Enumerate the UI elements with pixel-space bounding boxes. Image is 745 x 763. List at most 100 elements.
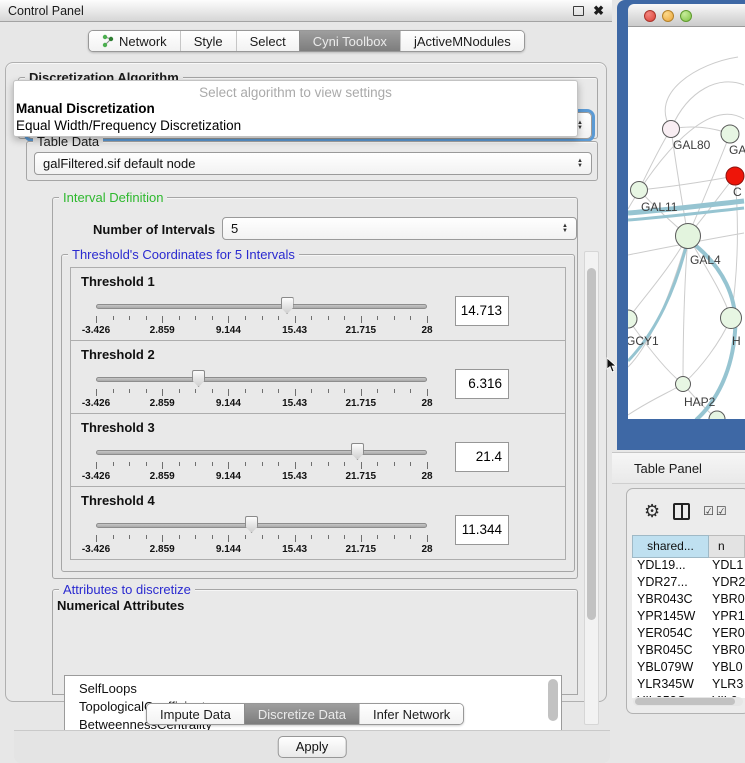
tab-jactivemnodules[interactable]: jActiveMNodules	[400, 31, 524, 51]
network-node-red-node[interactable]	[726, 167, 744, 185]
bottom-tab-bar: Impute DataDiscretize DataInfer Network	[146, 703, 464, 725]
checkbox-icon[interactable]: ☑	[703, 505, 714, 517]
tab-cyni-toolbox[interactable]: Cyni Toolbox	[299, 31, 400, 51]
apply-button[interactable]: Apply	[278, 736, 347, 758]
table-data-group: Table Data galFiltered.sif default node …	[26, 141, 598, 181]
slider-track[interactable]	[96, 304, 427, 309]
node-table: shared... n YDL19...YDL1YDR27...YDR2YBR0…	[632, 535, 745, 698]
control-panel-titlebar: Control Panel ✖	[0, 0, 612, 22]
slider-track[interactable]	[96, 377, 427, 382]
network-node-node[interactable]	[721, 125, 739, 143]
table-data-combo[interactable]: galFiltered.sif default node ▲ ▼	[34, 152, 592, 175]
number-of-intervals-label: Number of Intervals	[93, 222, 215, 237]
gear-icon[interactable]: ⚙	[644, 502, 660, 520]
tab-impute-data[interactable]: Impute Data	[147, 704, 244, 724]
table-row[interactable]: YBL079WYBL0	[632, 660, 745, 677]
network-edge	[639, 129, 671, 190]
slider-handle[interactable]	[245, 516, 258, 533]
settings-scrollbar[interactable]	[584, 251, 599, 725]
threshold-label: Threshold 4	[81, 493, 155, 508]
table-row[interactable]: YER054CYER0	[632, 626, 745, 643]
table-row[interactable]: YDR27...YDR2	[632, 575, 745, 592]
interval-definition-label: Interval Definition	[59, 190, 167, 205]
node-label-gal11: GAL11	[641, 200, 678, 214]
table-row[interactable]: YBR045CYBR0	[632, 643, 745, 660]
table-panel-titlebar: Table Panel	[612, 452, 745, 484]
cyni-toolbox-panel: Discretization Algorithm ▲ ▼ Table Data …	[5, 62, 607, 702]
network-node-gal80[interactable]	[663, 121, 680, 138]
threshold-coordinates-label: Threshold's Coordinates for 5 Intervals	[68, 247, 299, 262]
table-panel-toolbar: ⚙ ☑ ☑	[632, 492, 745, 530]
mac-close-icon[interactable]	[644, 10, 656, 22]
algorithm-option-equal-width-frequency-discretization[interactable]: Equal Width/Frequency Discretization	[14, 117, 577, 134]
network-node-gal11[interactable]	[631, 182, 648, 199]
settings-scrollbar-thumb[interactable]	[587, 268, 596, 620]
list-scrollbar[interactable]	[548, 679, 558, 721]
network-edge	[628, 236, 688, 319]
slider-track[interactable]	[96, 523, 427, 528]
attributes-group-label: Attributes to discretize	[59, 582, 195, 597]
network-window-titlebar[interactable]	[628, 4, 745, 27]
slider-tick-labels: -3.4262.8599.14415.4321.71528	[96, 325, 427, 337]
network-node-node[interactable]	[709, 411, 725, 419]
network-node-hap2[interactable]	[676, 377, 691, 392]
threshold-panel-threshold-2: Threshold 2-3.4262.8599.14415.4321.71528…	[70, 340, 566, 414]
combo-spinner-icon[interactable]: ▲ ▼	[562, 224, 568, 234]
column-header-shared-name[interactable]: shared...	[632, 535, 709, 558]
mouse-cursor	[606, 357, 617, 373]
table-panel-title: Table Panel	[634, 461, 702, 476]
slider-handle[interactable]	[192, 370, 205, 387]
network-node-h[interactable]	[721, 308, 742, 329]
network-node-gal4[interactable]	[676, 224, 701, 249]
network-graph: GAL80GACGAL11GAL4GCY1HHAP2	[628, 27, 745, 419]
slider-handle[interactable]	[281, 297, 294, 314]
algorithm-option-manual-discretization[interactable]: Manual Discretization	[14, 100, 577, 117]
checkbox-icon[interactable]: ☑	[716, 505, 727, 517]
tab-select[interactable]: Select	[236, 31, 299, 51]
threshold-value-field[interactable]: 6.316	[455, 369, 509, 399]
slider-ticks	[96, 535, 427, 543]
slider-handle[interactable]	[351, 443, 364, 460]
table-row[interactable]: YPR145WYPR1	[632, 609, 745, 626]
table-horizontal-scrollbar[interactable]	[633, 697, 743, 706]
close-icon[interactable]: ✖	[593, 6, 604, 16]
threshold-coordinates-group: Threshold's Coordinates for 5 Intervals …	[61, 254, 575, 572]
column-header-name[interactable]: n	[709, 535, 745, 558]
threshold-value-field[interactable]: 11.344	[455, 515, 509, 545]
threshold-panel-threshold-4: Threshold 4-3.4262.8599.14415.4321.71528…	[70, 486, 566, 560]
tab-infer-network[interactable]: Infer Network	[359, 704, 463, 724]
tab-discretize-data[interactable]: Discretize Data	[244, 704, 359, 724]
numerical-attributes-label: Numerical Attributes	[57, 598, 184, 613]
threshold-value-field[interactable]: 21.4	[455, 442, 509, 472]
top-tab-bar: NetworkStyleSelectCyni ToolboxjActiveMNo…	[88, 30, 525, 52]
threshold-panel-threshold-3: Threshold 3-3.4262.8599.14415.4321.71528…	[70, 413, 566, 487]
split-columns-icon[interactable]	[673, 503, 690, 520]
tab-style[interactable]: Style	[180, 31, 236, 51]
mac-minimize-icon[interactable]	[662, 10, 674, 22]
network-edge	[671, 82, 744, 129]
threshold-label: Threshold 1	[81, 274, 155, 289]
table-horizontal-scrollbar-thumb[interactable]	[635, 698, 735, 705]
threshold-panel-threshold-1: Threshold 1 -3.4262.8599.14415.4321.71528…	[70, 267, 566, 341]
float-window-icon[interactable]	[573, 6, 584, 16]
slider-track[interactable]	[96, 450, 427, 455]
mac-zoom-icon[interactable]	[680, 10, 692, 22]
node-label-h: H	[732, 334, 741, 348]
node-label-gal80: GAL80	[673, 138, 711, 152]
table-header-row: shared... n	[632, 535, 745, 558]
table-row[interactable]: YLR345WYLR3	[632, 677, 745, 694]
tab-network[interactable]: Network	[89, 31, 180, 51]
combo-spinner-icon[interactable]: ▲ ▼	[577, 159, 583, 169]
network-canvas[interactable]: GAL80GACGAL11GAL4GCY1HHAP2	[628, 27, 745, 419]
table-row[interactable]: YDL19...YDL1	[632, 558, 745, 575]
network-icon	[102, 34, 114, 48]
node-label-ga: GA	[729, 143, 745, 157]
table-row[interactable]: YBR043CYBR0	[632, 592, 745, 609]
network-node-gcy1[interactable]	[628, 310, 637, 328]
number-of-intervals-combo[interactable]: 5 ▲ ▼	[222, 217, 577, 240]
attribute-item-selfloops[interactable]: SelfLoops	[65, 680, 561, 698]
slider-tick-labels: -3.4262.8599.14415.4321.71528	[96, 471, 427, 483]
algorithm-placeholder-item[interactable]: Select algorithm to view settings	[14, 81, 577, 100]
node-label-gcy1: GCY1	[628, 334, 659, 348]
threshold-value-field[interactable]: 14.713	[455, 296, 509, 326]
